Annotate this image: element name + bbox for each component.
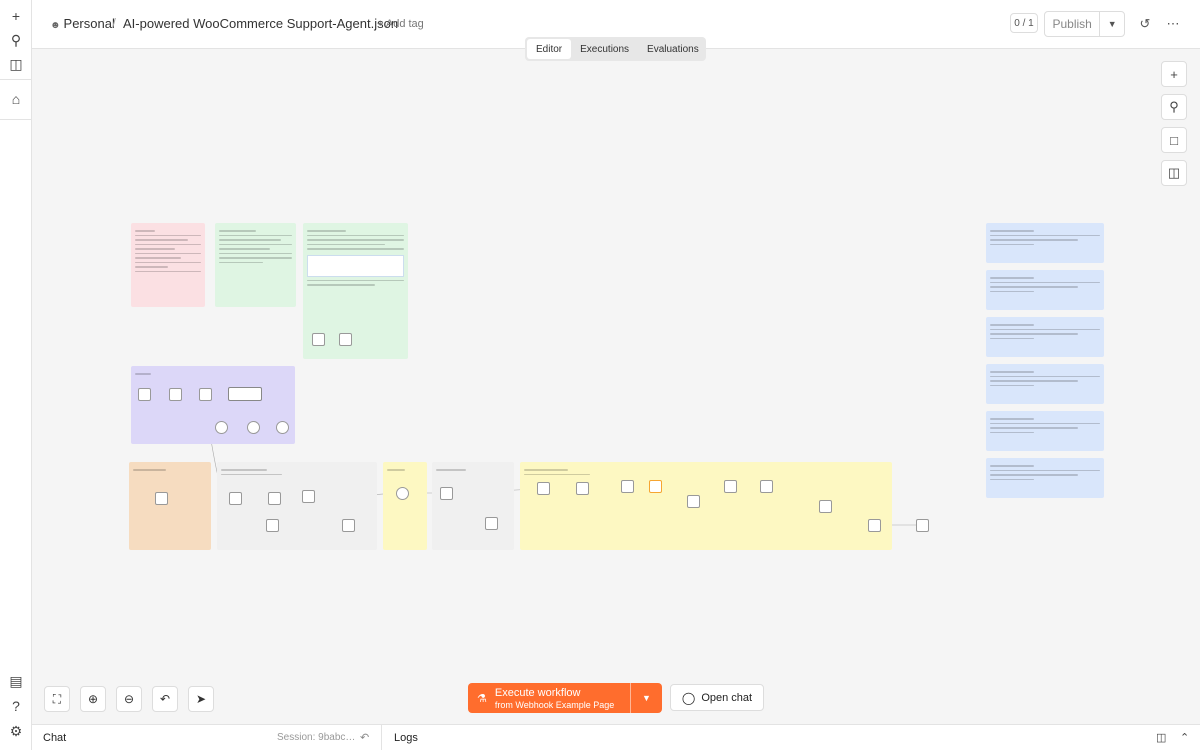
- workflow-node[interactable]: [169, 388, 182, 401]
- sticky-note-agent[interactable]: [131, 366, 295, 444]
- sticky-note-info[interactable]: [986, 223, 1104, 263]
- sticky-note-get-tracking[interactable]: [520, 462, 892, 550]
- panel-icon[interactable]: ◫: [1161, 160, 1187, 186]
- workflow-node[interactable]: [537, 482, 550, 495]
- fit-view-icon[interactable]: ⛶: [44, 686, 70, 712]
- version-counter: 0 / 1: [1010, 13, 1038, 33]
- sticky-note-info[interactable]: [986, 364, 1104, 404]
- tool-node[interactable]: [276, 421, 289, 434]
- insights-icon[interactable]: ▤: [6, 671, 26, 691]
- undo-icon[interactable]: ↶: [152, 686, 178, 712]
- plus-icon[interactable]: +: [6, 6, 26, 26]
- workflow-node[interactable]: [760, 480, 773, 493]
- logs-panel-label[interactable]: Logs: [394, 732, 418, 744]
- workflow-node[interactable]: [302, 490, 315, 503]
- workflow-node[interactable]: [621, 480, 634, 493]
- workflow-node[interactable]: [576, 482, 589, 495]
- sticky-note-info[interactable]: [986, 270, 1104, 310]
- chat-bubble-icon: ◯: [681, 690, 696, 705]
- breadcrumb-project[interactable]: ☻ Personal: [50, 16, 115, 31]
- sticky-note-info[interactable]: [986, 458, 1104, 498]
- open-chat-button[interactable]: ◯ Open chat: [670, 684, 764, 711]
- workflow-node[interactable]: [819, 500, 832, 513]
- workflow-node[interactable]: [339, 333, 352, 346]
- collapse-icon[interactable]: ⌃: [1180, 731, 1189, 744]
- sticky-note-info[interactable]: [986, 317, 1104, 357]
- session-id: Session: 9babc…: [277, 732, 356, 743]
- bottom-panel-bar: Chat Session: 9babc… ↶ Logs ◫ ⌃: [32, 724, 1200, 750]
- left-rail: + ⚲ ◫ ⌂ ▤ ? ⚙: [0, 0, 32, 750]
- sticky-note-get-orders[interactable]: [383, 462, 427, 550]
- workflow-node[interactable]: [199, 388, 212, 401]
- execute-workflow-button[interactable]: ⚗ Execute workflow from Webhook Example …: [468, 683, 662, 713]
- ai-agent-node[interactable]: [228, 387, 262, 401]
- sticky-note-check-orders[interactable]: [432, 462, 514, 550]
- workflow-node[interactable]: [649, 480, 662, 493]
- publish-label[interactable]: Publish: [1045, 12, 1101, 36]
- sticky-note-find-customer[interactable]: [217, 462, 377, 550]
- project-label: Personal: [63, 16, 115, 31]
- execute-label: Execute workflow: [494, 686, 581, 699]
- workflow-node[interactable]: [868, 519, 881, 532]
- zoom-in-icon[interactable]: ⊕: [80, 686, 106, 712]
- plus-icon[interactable]: +: [1161, 61, 1187, 87]
- add-tag-button[interactable]: + Add tag: [377, 18, 424, 30]
- history-icon[interactable]: ↺: [1136, 15, 1154, 33]
- execute-workflow-main[interactable]: ⚗ Execute workflow from Webhook Example …: [468, 683, 631, 713]
- memory-node[interactable]: [247, 421, 260, 434]
- workflow-canvas[interactable]: [32, 49, 1200, 724]
- workflow-node[interactable]: [268, 492, 281, 505]
- workflow-node[interactable]: [724, 480, 737, 493]
- sticky-note-info[interactable]: [986, 411, 1104, 451]
- panel-divider: [381, 725, 382, 750]
- chat-trigger-node[interactable]: [138, 388, 151, 401]
- sticky-note-icon[interactable]: □: [1161, 127, 1187, 153]
- sticky-note-order-tool[interactable]: [129, 462, 211, 550]
- workflow-node[interactable]: [916, 519, 929, 532]
- popout-icon[interactable]: ◫: [1156, 731, 1166, 744]
- workflow-node[interactable]: [266, 519, 279, 532]
- flask-icon: ⚗: [477, 692, 487, 705]
- user-icon: ☻: [50, 20, 61, 31]
- help-icon[interactable]: ?: [6, 696, 26, 716]
- reset-session-icon[interactable]: ↶: [360, 731, 369, 744]
- search-icon[interactable]: ⚲: [1161, 94, 1187, 120]
- workflow-node[interactable]: [312, 333, 325, 346]
- home-icon[interactable]: ⌂: [6, 89, 26, 109]
- sticky-note-setup[interactable]: [131, 223, 205, 307]
- search-icon[interactable]: ⚲: [6, 30, 26, 50]
- rail-divider: [0, 79, 32, 80]
- http-request-node[interactable]: [396, 487, 409, 500]
- breadcrumb-separator: /: [112, 15, 116, 31]
- workflow-node[interactable]: [342, 519, 355, 532]
- publish-button[interactable]: Publish ▼: [1044, 11, 1125, 37]
- model-node[interactable]: [215, 421, 228, 434]
- rail-divider: [0, 119, 32, 120]
- workflow-node[interactable]: [687, 495, 700, 508]
- settings-icon[interactable]: ⚙: [6, 721, 26, 741]
- chevron-down-icon[interactable]: ▼: [1100, 12, 1124, 36]
- chat-panel-label[interactable]: Chat: [43, 732, 66, 744]
- execute-sublabel: from Webhook Example Page: [494, 699, 615, 710]
- chevron-down-icon[interactable]: ▼: [631, 683, 662, 713]
- more-icon[interactable]: ⋯: [1164, 15, 1182, 33]
- workflow-node[interactable]: [229, 492, 242, 505]
- workflow-node[interactable]: [485, 517, 498, 530]
- workflow-trigger-node[interactable]: [155, 492, 168, 505]
- zoom-out-icon[interactable]: ⊖: [116, 686, 142, 712]
- workflow-node[interactable]: [440, 487, 453, 500]
- open-chat-label: Open chat: [701, 691, 753, 704]
- cursor-icon[interactable]: ➤: [188, 686, 214, 712]
- panel-icon[interactable]: ◫: [6, 54, 26, 74]
- sticky-note-example-website[interactable]: [215, 223, 296, 307]
- workflow-name[interactable]: AI-powered WooCommerce Support-Agent.jso…: [123, 16, 398, 31]
